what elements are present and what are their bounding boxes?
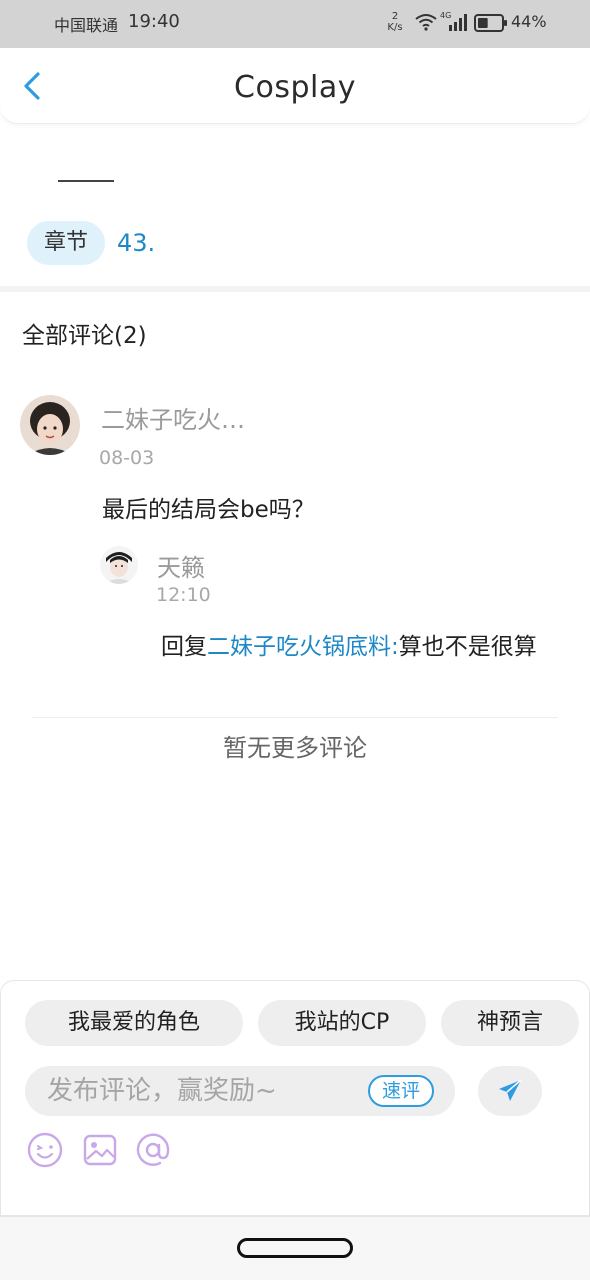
page-title: Cosplay	[234, 70, 356, 105]
reply-author[interactable]: 天籁	[157, 548, 205, 583]
home-indicator[interactable]	[237, 1238, 353, 1258]
reply-mention-link[interactable]: 二妹子吃火锅底料:	[207, 634, 399, 660]
signal-icon	[448, 13, 468, 35]
battery-fill	[478, 18, 488, 28]
chapter-badge[interactable]: 章节	[27, 221, 105, 265]
send-icon	[499, 1079, 522, 1101]
battery-percent: 44%	[511, 12, 547, 31]
avatar[interactable]	[20, 395, 80, 455]
at-icon[interactable]	[134, 1131, 172, 1169]
reply-body: 算也不是很算	[398, 634, 537, 660]
comment-author[interactable]: 二妹子吃火…	[101, 400, 245, 435]
quick-review-button[interactable]: 速评	[368, 1075, 434, 1107]
reply-prefix: 回复	[161, 634, 207, 660]
net-speed-unit: K/s	[387, 22, 403, 33]
status-bar: 中国联通 19:40 2 K/s 4G 44%	[0, 0, 590, 48]
quick-tag-chip[interactable]: 神预言	[441, 1000, 579, 1046]
content-dash-divider	[58, 180, 114, 182]
net-speed: 2 K/s	[384, 11, 406, 33]
clock: 19:40	[128, 11, 180, 32]
user-avatar-image	[100, 546, 138, 584]
send-button[interactable]	[478, 1066, 542, 1116]
chapter-number[interactable]: 43.	[117, 229, 155, 257]
net-speed-value: 2	[391, 11, 399, 22]
reply-text[interactable]: 回复二妹子吃火锅底料:算也不是很算	[161, 630, 581, 664]
quick-tag-chip[interactable]: 我最爱的角色	[25, 1000, 243, 1046]
section-divider	[0, 286, 590, 292]
no-more-comments: 暂无更多评论	[223, 734, 367, 762]
reply-avatar[interactable]	[100, 546, 138, 584]
comment-date: 08-03	[99, 447, 155, 469]
comment-text[interactable]: 最后的结局会be吗？	[102, 490, 315, 524]
comments-header: 全部评论(2)	[22, 323, 147, 349]
reply-time: 12:10	[156, 584, 211, 606]
user-avatar-image	[20, 395, 80, 455]
nav-bar: Cosplay	[0, 48, 590, 124]
wifi-icon	[414, 13, 438, 35]
emoji-icon[interactable]	[26, 1131, 64, 1169]
carrier-label: 中国联通	[54, 16, 119, 35]
battery-icon	[474, 14, 508, 36]
image-icon[interactable]	[81, 1131, 119, 1169]
list-end-divider	[32, 717, 558, 718]
quick-tag-chip[interactable]: 我站的CP	[258, 1000, 426, 1046]
